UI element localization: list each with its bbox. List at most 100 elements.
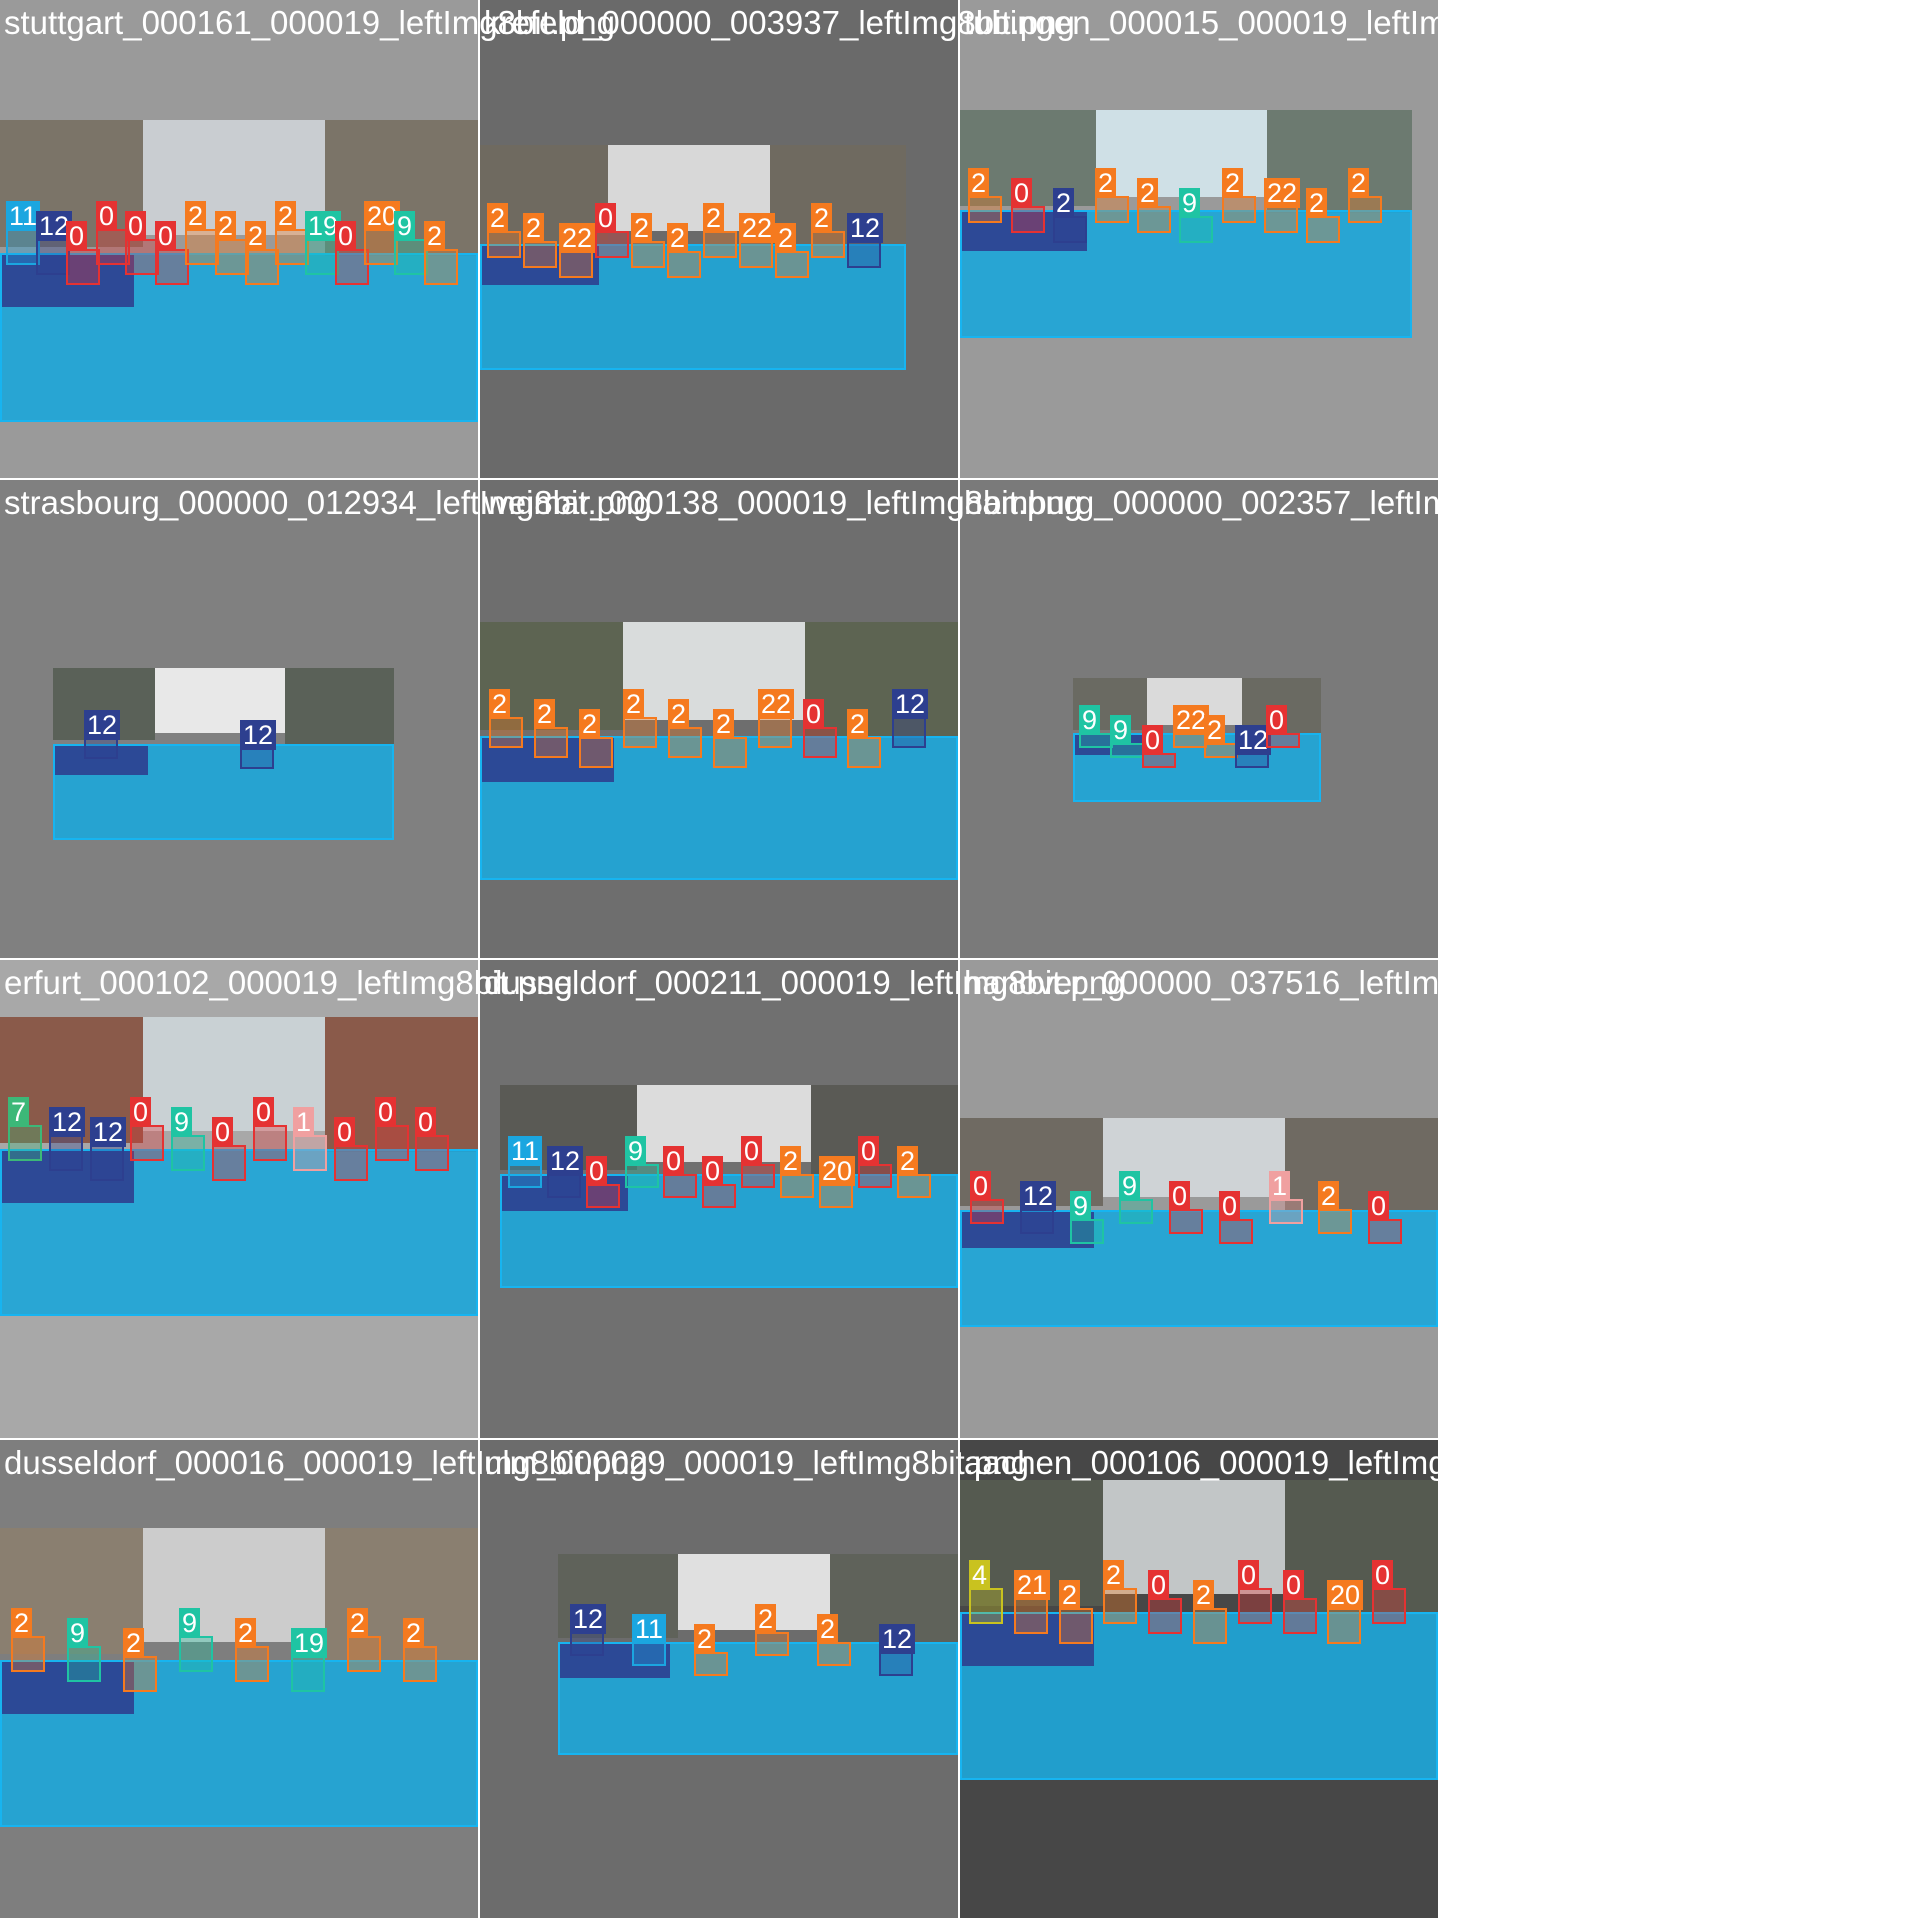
detection-box (403, 1646, 437, 1682)
detection-box (586, 1184, 620, 1208)
detection-box (1372, 1588, 1406, 1624)
detection-label: 2 (1103, 1560, 1125, 1590)
detection-label: 2 (11, 1608, 33, 1638)
detection-box (364, 229, 398, 265)
detection-label: 9 (1079, 705, 1101, 735)
tile-ulm: 12 11 2 2 2 12 ulm_000029_000019_leftImg8bit.… (480, 1440, 1029, 1920)
detection-label: 12 (892, 689, 929, 719)
detection-box (1079, 733, 1113, 748)
tile-strasbourg: 12 12 strasbourg_000000_012934_leftImg8bi… (0, 480, 652, 960)
detection-box (1173, 733, 1207, 748)
tile-erfurt: 7 12 12 0 9 0 0 1 0 0 0 erfurt_000102_000019_leftI… (0, 960, 573, 1440)
detection-label: 12 (240, 720, 277, 750)
detection-box (508, 1164, 542, 1188)
detection-box (1368, 1219, 1402, 1244)
building-region (1285, 1118, 1438, 1212)
detection-box (547, 1174, 581, 1198)
detection-label: 0 (253, 1097, 275, 1127)
detection-box (245, 249, 279, 285)
detection-box (1264, 206, 1298, 233)
detection-label: 0 (970, 1171, 992, 1201)
detection-label: 2 (1059, 1580, 1081, 1610)
detection-box (1137, 206, 1171, 233)
detection-box (713, 737, 747, 768)
detection-box (897, 1174, 931, 1198)
detection-box (817, 1642, 851, 1666)
detection-label: 19 (291, 1628, 328, 1658)
detection-box (1011, 206, 1045, 233)
detection-label: 2 (347, 1608, 369, 1638)
detection-box (347, 1636, 381, 1672)
tile-title: ulm_000029_000019_leftImg8bit.png (484, 1444, 1029, 1481)
detection-box (1148, 1598, 1182, 1634)
detection-label: 22 (1264, 178, 1301, 208)
detection-box (253, 1125, 287, 1161)
detection-label: 0 (1283, 1570, 1305, 1600)
detection-label: 12 (547, 1146, 584, 1176)
scene-image: 12 12 (53, 668, 394, 840)
detection-label: 2 (185, 201, 207, 231)
detection-label: 0 (1142, 725, 1164, 755)
detection-box (66, 249, 100, 285)
detection-box (1222, 196, 1256, 223)
detection-box (755, 1632, 789, 1656)
tile-dusseldorf-211: 11 12 0 9 0 0 0 2 20 0 2 dusseldorf_000211_000019_… (480, 960, 1126, 1440)
detection-box (741, 1164, 775, 1188)
detection-label: 2 (694, 1624, 716, 1654)
detection-label: 9 (1179, 188, 1201, 218)
detection-label: 0 (1169, 1181, 1191, 1211)
detection-box (130, 1125, 164, 1161)
detection-label: 0 (663, 1146, 685, 1176)
detection-label: 9 (394, 211, 416, 241)
detection-box (1059, 1608, 1093, 1644)
detection-box (1283, 1598, 1317, 1634)
detection-label: 2 (1053, 188, 1075, 218)
detection-label: 2 (424, 221, 446, 251)
detection-box (969, 1588, 1003, 1624)
detection-label: 9 (625, 1136, 647, 1166)
detection-box (632, 1642, 666, 1666)
scene-image: 0 12 9 9 0 0 1 2 0 (960, 1118, 1438, 1327)
detection-box (1219, 1219, 1253, 1244)
detection-box (758, 717, 792, 748)
detection-label: 0 (334, 1117, 356, 1147)
scene-image: 2 9 2 9 2 19 2 2 (0, 1528, 478, 1827)
detection-label: 0 (858, 1136, 880, 1166)
detection-label: 0 (595, 203, 617, 233)
detection-label: 0 (415, 1107, 437, 1137)
detection-label: 2 (1193, 1580, 1215, 1610)
detection-label: 0 (1238, 1560, 1260, 1590)
detection-box (375, 1125, 409, 1161)
detection-label: 0 (212, 1117, 234, 1147)
detection-label: 12 (49, 1107, 86, 1137)
detection-box (694, 1652, 728, 1676)
detection-box (291, 1656, 325, 1692)
detection-box (215, 239, 249, 275)
detection-box (1306, 216, 1340, 243)
detection-label: 1 (1269, 1171, 1291, 1201)
detection-box (125, 239, 159, 275)
detection-label: 2 (489, 689, 511, 719)
detection-label: 12 (879, 1624, 916, 1654)
detection-label: 2 (811, 203, 833, 233)
detection-label: 12 (90, 1117, 127, 1147)
detection-box (702, 1184, 736, 1208)
detection-box (293, 1135, 327, 1171)
detection-box (1348, 196, 1382, 223)
detection-label: 2 (713, 709, 735, 739)
detection-label: 9 (1070, 1191, 1092, 1221)
detection-box (212, 1145, 246, 1181)
detection-label: 2 (623, 689, 645, 719)
detection-box (1020, 1209, 1054, 1234)
detection-label: 2 (1095, 168, 1117, 198)
scene-image: 12 11 2 2 2 12 (558, 1554, 958, 1755)
detection-box (155, 249, 189, 285)
detection-box (803, 727, 837, 758)
detection-box (1014, 1598, 1048, 1634)
detection-box (6, 229, 40, 265)
detection-box (570, 1632, 604, 1656)
detection-label: 2 (523, 213, 545, 243)
detection-label: 0 (702, 1156, 724, 1186)
detection-label: 2 (579, 709, 601, 739)
detection-box (892, 717, 926, 748)
